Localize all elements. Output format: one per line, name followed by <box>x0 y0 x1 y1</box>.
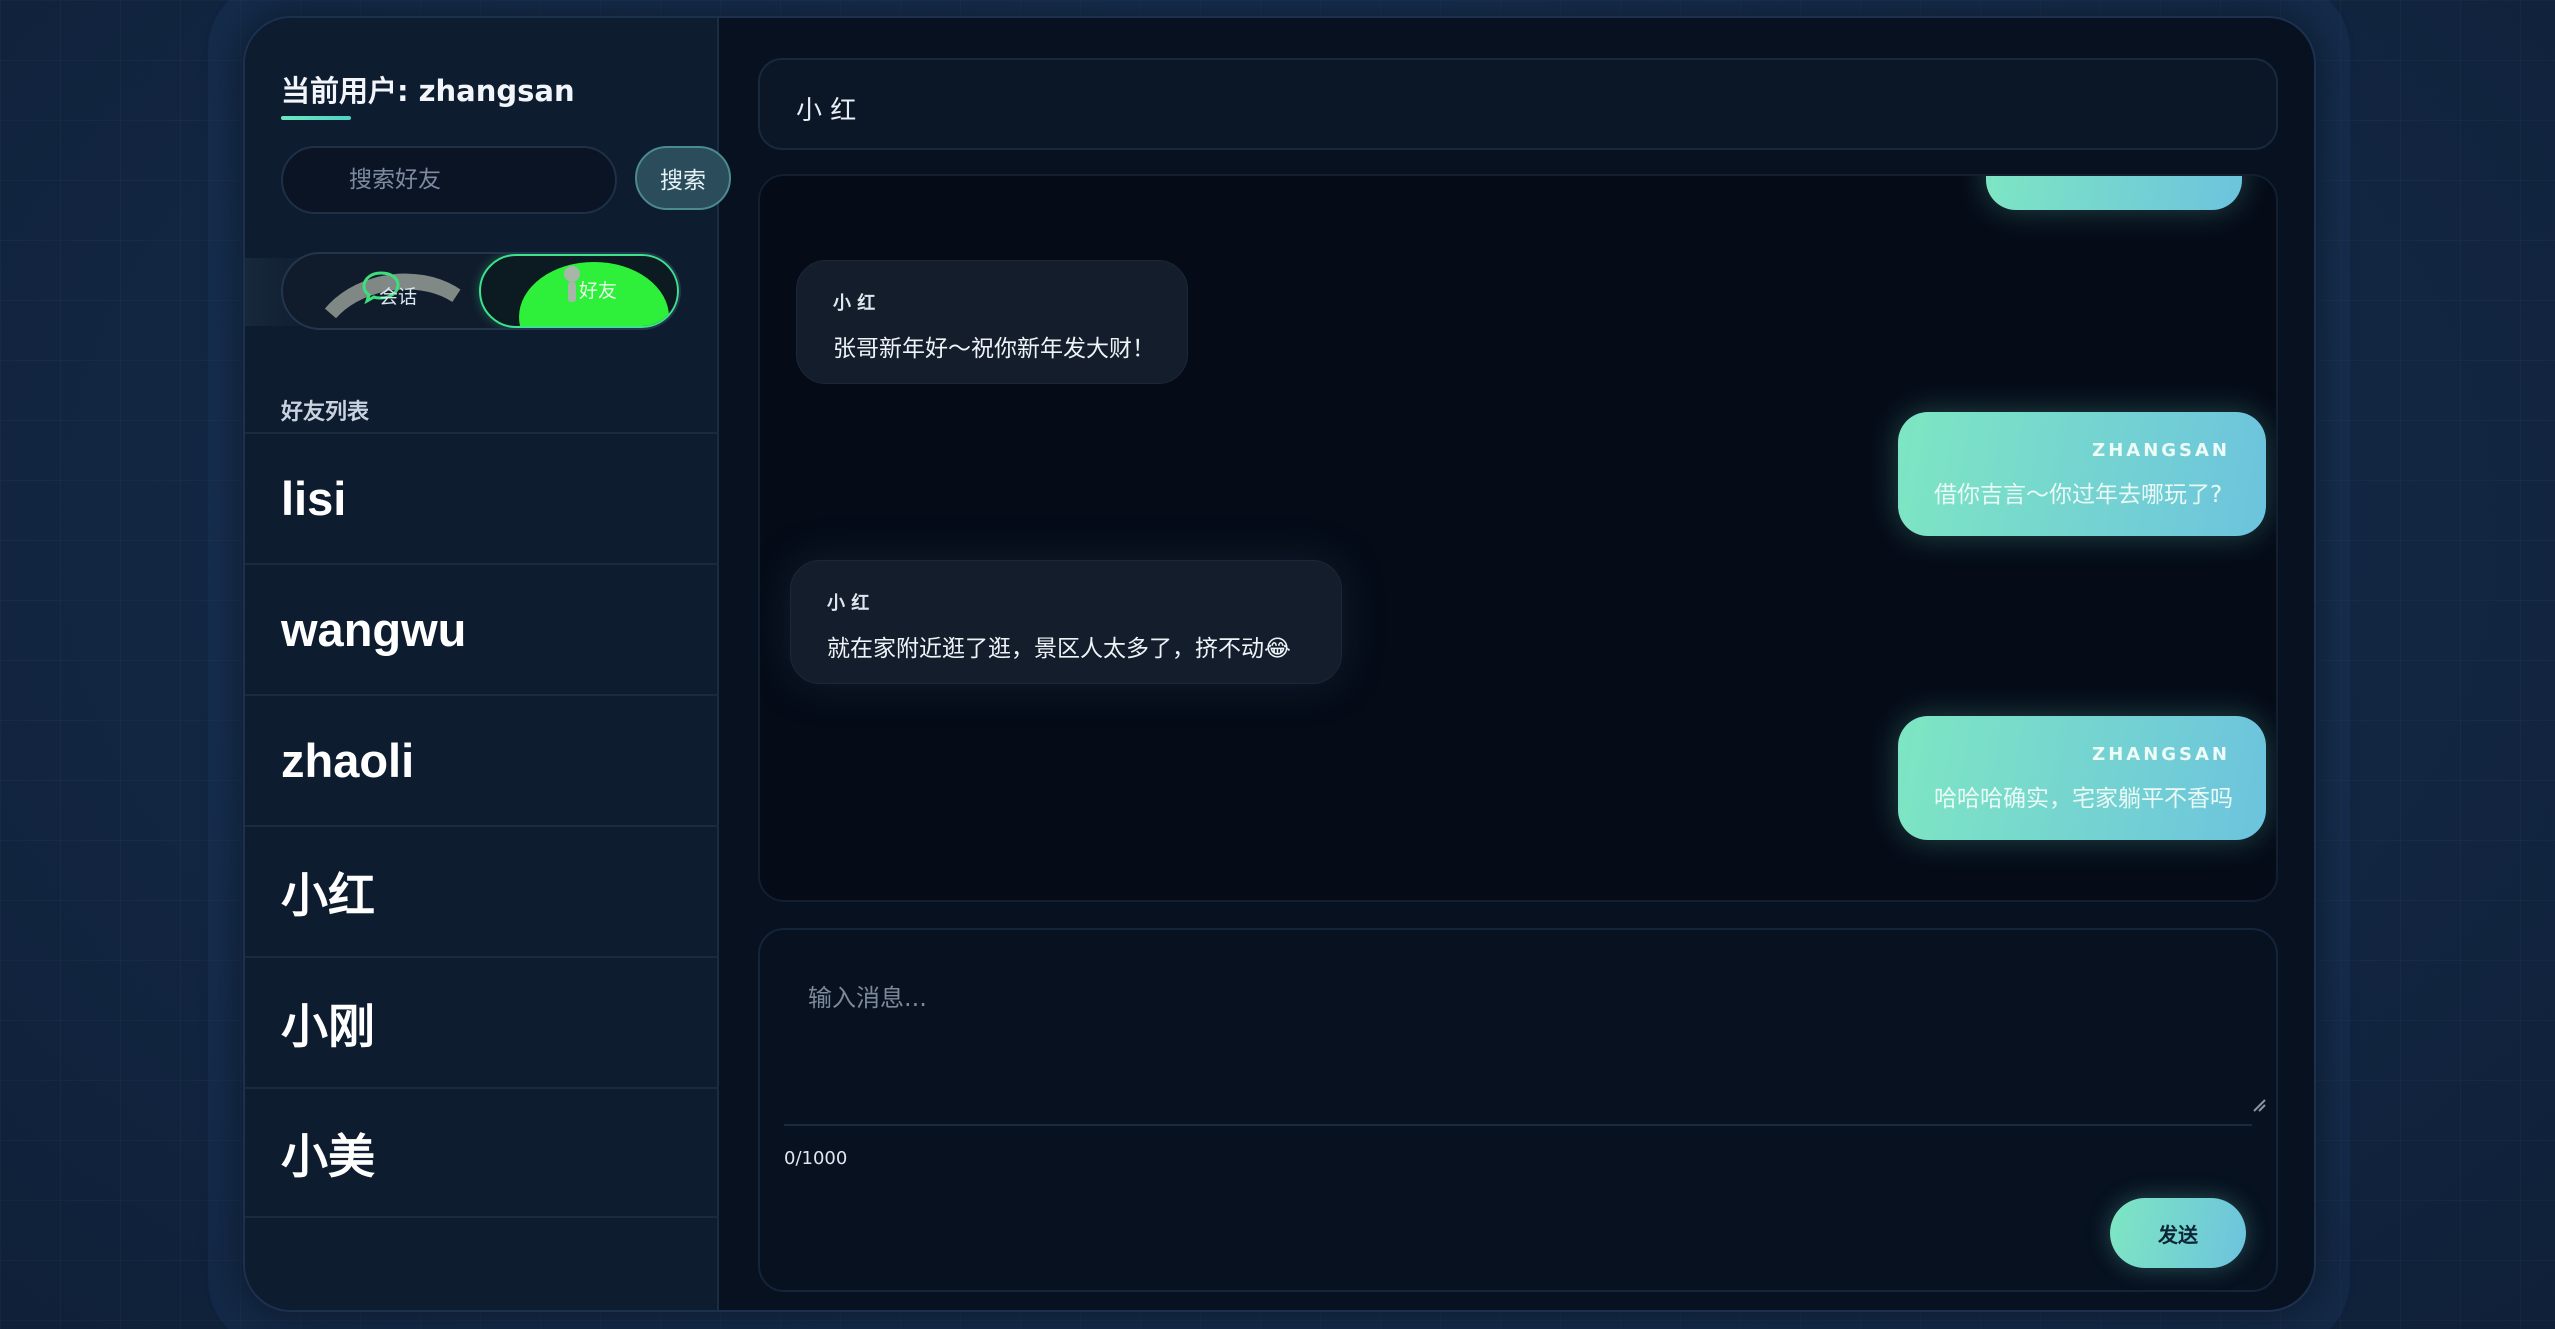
send-button[interactable]: 发送 <box>2110 1198 2246 1268</box>
message-sender: ZHANGSAN <box>2092 744 2230 765</box>
search-friends-input[interactable] <box>281 146 617 214</box>
resize-handle-icon[interactable] <box>2252 1098 2266 1112</box>
friend-list: lisi wangwu zhaoli 小红 小刚 小美 <box>245 432 719 1218</box>
friend-item[interactable]: wangwu <box>245 563 719 694</box>
friends-list-heading: 好友列表 <box>281 400 370 425</box>
friend-name: wangwu <box>281 603 467 656</box>
tab-chats-label: 会话 <box>379 286 418 308</box>
friend-name: zhaoli <box>281 734 415 787</box>
message-sender: ZHANGSAN <box>2092 440 2230 461</box>
current-user-name: zhangsan <box>418 74 575 108</box>
chat-app-window: 当前用户: zhangsan 搜索 会话 好友 好友列表 <box>243 16 2316 1312</box>
message-input[interactable] <box>784 948 2252 1126</box>
tab-chats[interactable]: 会话 <box>283 254 498 328</box>
tab-friends[interactable]: 好友 <box>479 254 679 328</box>
friend-item[interactable]: zhaoli <box>245 694 719 825</box>
friend-item[interactable]: 小美 <box>245 1087 719 1218</box>
message-text: 就在家附近逛了逛，景区人太多了，挤不动😂 <box>827 636 1291 662</box>
search-button[interactable]: 搜索 <box>635 146 731 210</box>
current-user-underline <box>281 116 351 120</box>
message-text: 哈哈哈确实，宅家躺平不香吗 <box>1934 786 2233 812</box>
current-user: 当前用户: zhangsan <box>281 68 575 110</box>
friend-item[interactable]: 小红 <box>245 825 719 956</box>
tab-bar: 会话 好友 <box>281 252 681 330</box>
chat-header: 小 红 <box>758 58 2278 150</box>
friend-name: 小红 <box>281 869 375 922</box>
current-user-label: 当前用户: <box>281 74 409 108</box>
message-composer: 0/1000 发送 <box>758 928 2278 1292</box>
chat-partner-name: 小 红 <box>796 96 857 126</box>
friend-name: lisi <box>281 472 347 525</box>
friend-name: 小刚 <box>281 1000 375 1053</box>
message-bubble-incoming: 小 红 张哥新年好～祝你新年发大财！ <box>796 260 1188 384</box>
message-text: 张哥新年好～祝你新年发大财！ <box>833 336 1155 362</box>
tab-friends-label: 好友 <box>579 280 618 302</box>
message-bubble-incoming: 小 红 就在家附近逛了逛，景区人太多了，挤不动😂 <box>790 560 1342 684</box>
message-list[interactable]: 小 红 张哥新年好～祝你新年发大财！ ZHANGSAN 借你吉言～你过年去哪玩了… <box>758 174 2278 902</box>
message-text: 借你吉言～你过年去哪玩了? <box>1934 482 2223 508</box>
message-bubble-outgoing <box>1986 176 2242 210</box>
message-sender: 小 红 <box>833 293 876 314</box>
message-bubble-outgoing: ZHANGSAN 借你吉言～你过年去哪玩了? <box>1898 412 2266 536</box>
message-bubble-outgoing: ZHANGSAN 哈哈哈确实，宅家躺平不香吗 <box>1898 716 2266 840</box>
friend-item[interactable]: lisi <box>245 432 719 563</box>
friend-item[interactable]: 小刚 <box>245 956 719 1087</box>
message-sender: 小 红 <box>827 593 870 614</box>
friend-name: 小美 <box>281 1130 375 1183</box>
char-count: 0/1000 <box>784 1148 848 1169</box>
sidebar: 当前用户: zhangsan 搜索 会话 好友 好友列表 <box>245 18 731 1310</box>
